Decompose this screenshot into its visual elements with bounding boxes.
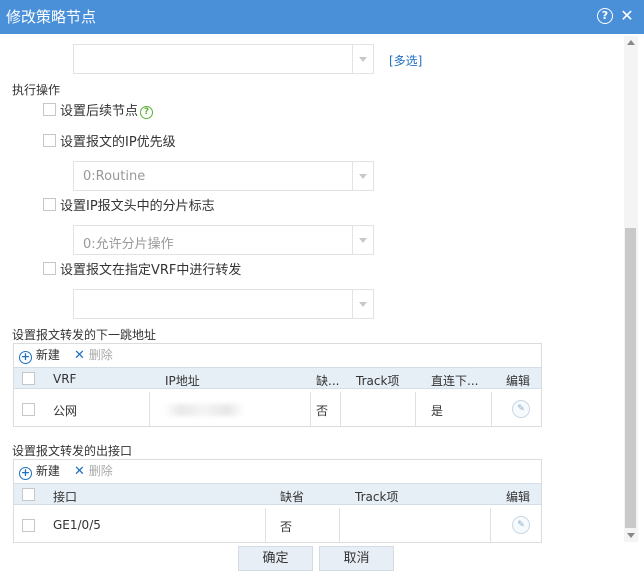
scroll-up-icon[interactable] <box>627 40 635 45</box>
plus-icon: + <box>19 350 32 364</box>
checkbox-fragment-flag-label: 设置IP报文头中的分片标志 <box>60 199 215 214</box>
column-header[interactable]: 接口 <box>53 488 77 505</box>
outif-new-button[interactable]: + 新建 <box>19 462 60 480</box>
checkbox-vrf-forward-label: 设置报文在指定VRF中进行转发 <box>60 263 242 278</box>
outif-table-header: 接口 缺省 Track项 编辑 <box>14 483 541 505</box>
nexthop-section-title: 设置报文转发的下一跳地址 <box>12 328 157 342</box>
ok-button[interactable]: 确定 <box>238 546 313 571</box>
edit-icon[interactable]: ✎ <box>512 516 530 534</box>
table-row[interactable]: GE1/0/5 否 ✎ <box>14 508 541 542</box>
outif-select-all-checkbox[interactable] <box>22 488 35 501</box>
column-header[interactable]: 缺省 <box>280 488 304 505</box>
checkbox-vrf-forward[interactable] <box>43 262 56 275</box>
nexthop-select-all-checkbox[interactable] <box>22 372 35 385</box>
chevron-down-icon <box>359 238 367 243</box>
nexthop-table-header: VRF IP地址 缺... Track项 直连下... 编辑 <box>14 367 541 389</box>
column-header[interactable]: 缺... <box>316 372 339 389</box>
column-header[interactable]: 编辑 <box>506 372 530 389</box>
plus-icon: + <box>19 466 32 480</box>
checkbox-next-node[interactable] <box>43 103 56 116</box>
policy-select[interactable] <box>73 44 374 74</box>
outif-delete-button[interactable]: ✕ 删除 <box>74 462 113 479</box>
help-circle-icon[interactable]: ? <box>140 106 154 119</box>
row-checkbox[interactable] <box>22 403 35 416</box>
section-label-actions: 执行操作 <box>12 83 61 97</box>
close-icon[interactable]: ✕ <box>619 8 635 24</box>
scrollbar-thumb[interactable] <box>625 228 636 528</box>
table-row[interactable]: 公网 否 是 ✎ <box>14 392 541 426</box>
nexthop-table: + 新建 ✕ 删除 VRF IP地址 缺... Track项 直连下... 编辑… <box>13 343 542 427</box>
delete-icon: ✕ <box>74 464 85 479</box>
checkbox-fragment-flag[interactable] <box>43 198 56 211</box>
column-header[interactable]: Track项 <box>356 372 399 389</box>
checkbox-ip-precedence-label: 设置报文的IP优先级 <box>60 135 176 150</box>
chevron-down-icon <box>359 174 367 179</box>
edit-icon[interactable]: ✎ <box>512 400 530 418</box>
scroll-down-icon[interactable] <box>627 533 635 538</box>
column-header[interactable]: 直连下... <box>431 372 478 389</box>
column-header[interactable]: 编辑 <box>506 488 530 505</box>
column-header[interactable]: VRF <box>53 372 76 386</box>
help-icon[interactable]: ? <box>597 8 613 24</box>
row-checkbox[interactable] <box>22 519 35 532</box>
checkbox-ip-precedence[interactable] <box>43 134 56 147</box>
nexthop-delete-button[interactable]: ✕ 删除 <box>74 346 113 363</box>
delete-icon: ✕ <box>74 348 85 363</box>
dialog-title: 修改策略节点 <box>6 8 97 26</box>
outif-section-title: 设置报文转发的出接口 <box>12 444 133 458</box>
outif-table: + 新建 ✕ 删除 接口 缺省 Track项 编辑 GE1/0/5 否 ✎ <box>13 459 542 543</box>
ip-precedence-select[interactable]: 0:Routine <box>73 161 374 191</box>
multi-select-link[interactable]: [多选] <box>389 52 422 69</box>
checkbox-next-node-label: 设置后续节点 <box>60 104 139 119</box>
column-header[interactable]: IP地址 <box>165 372 200 389</box>
scrollbar[interactable] <box>624 36 638 542</box>
ip-address-redacted <box>164 404 244 416</box>
column-header[interactable]: Track项 <box>355 488 398 505</box>
cancel-button[interactable]: 取消 <box>319 546 394 571</box>
dialog-titlebar: 修改策略节点 ? ✕ <box>0 0 644 34</box>
fragment-flag-select[interactable]: 0:允许分片操作 <box>73 225 374 255</box>
vrf-select[interactable] <box>73 289 374 319</box>
nexthop-new-button[interactable]: + 新建 <box>19 346 60 364</box>
chevron-down-icon <box>359 57 367 62</box>
chevron-down-icon <box>359 302 367 307</box>
